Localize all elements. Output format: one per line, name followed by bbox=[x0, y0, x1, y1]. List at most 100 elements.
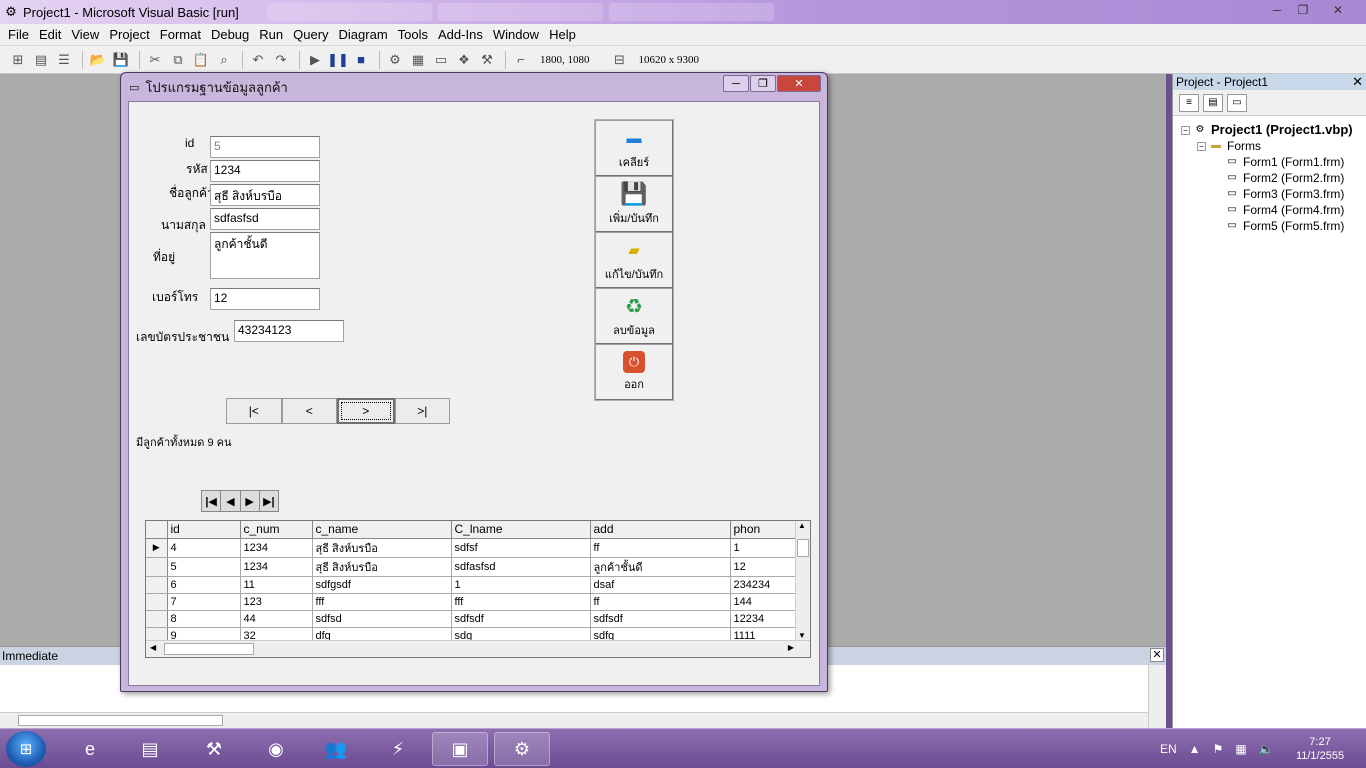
menu-addins[interactable]: Add-Ins bbox=[433, 27, 488, 42]
close-icon[interactable]: ✕ bbox=[1352, 74, 1363, 90]
code-field[interactable]: 1234 bbox=[210, 160, 320, 182]
add-form-icon[interactable]: ▤ bbox=[31, 50, 51, 70]
row-header[interactable]: ▶ bbox=[146, 538, 168, 558]
start-icon[interactable]: ▶ bbox=[305, 50, 325, 70]
menu-project[interactable]: Project bbox=[104, 27, 154, 42]
table-cell[interactable]: 12 bbox=[730, 557, 796, 577]
menu-run[interactable]: Run bbox=[254, 27, 288, 42]
ie-icon[interactable]: e bbox=[62, 732, 118, 766]
close-button[interactable]: ✕ bbox=[777, 75, 821, 92]
table-cell[interactable]: sdfsdf bbox=[451, 610, 591, 628]
horizontal-scrollbar[interactable] bbox=[0, 712, 1148, 728]
office-icon[interactable]: ▣ bbox=[432, 732, 488, 766]
column-header[interactable]: add bbox=[590, 521, 731, 539]
menu-window[interactable]: Window bbox=[488, 27, 544, 42]
network-icon[interactable]: ▦ bbox=[1235, 742, 1246, 756]
table-cell[interactable]: fff bbox=[312, 593, 452, 611]
horizontal-scrollbar[interactable]: ◀ ▶ bbox=[146, 640, 810, 657]
column-header[interactable]: id bbox=[167, 521, 241, 539]
menu-file[interactable]: File bbox=[3, 27, 34, 42]
tool-icon[interactable]: ⚒ bbox=[186, 732, 242, 766]
table-cell[interactable]: sdfasfsd bbox=[451, 557, 591, 577]
row-header[interactable] bbox=[146, 610, 168, 628]
save-icon[interactable]: 💾 bbox=[111, 50, 131, 70]
close-button[interactable]: ✕ bbox=[1316, 1, 1360, 19]
prev-record-icon[interactable]: ◀ bbox=[221, 491, 241, 511]
table-cell[interactable]: ff bbox=[590, 593, 731, 611]
table-cell[interactable]: 1 bbox=[730, 538, 796, 558]
tree-item[interactable]: ▭ Form1 (Form1.frm) bbox=[1181, 154, 1366, 170]
table-cell[interactable]: 7 bbox=[167, 593, 241, 611]
delete-button[interactable]: ♻ ลบข้อมูล bbox=[595, 288, 673, 344]
exit-button[interactable]: ⏻ ออก bbox=[595, 344, 673, 400]
first-record-button[interactable]: |< bbox=[226, 398, 282, 424]
collapse-icon[interactable]: − bbox=[1197, 141, 1206, 151]
tree-item[interactable]: ▭ Form4 (Form4.frm) bbox=[1181, 202, 1366, 218]
scroll-right-icon[interactable]: ▶ bbox=[788, 643, 794, 652]
menu-tools[interactable]: Tools bbox=[393, 27, 433, 42]
table-cell[interactable]: 234234 bbox=[730, 576, 796, 594]
maximize-button[interactable]: ❐ bbox=[750, 75, 776, 92]
row-header[interactable] bbox=[146, 593, 168, 611]
tab[interactable] bbox=[266, 3, 432, 21]
row-header[interactable] bbox=[146, 557, 168, 577]
table-cell[interactable]: sdfgsdf bbox=[312, 576, 452, 594]
scrollbar-thumb[interactable] bbox=[797, 539, 809, 557]
maximize-button[interactable]: ❐ bbox=[1290, 1, 1316, 19]
view-object-icon[interactable]: ▤ bbox=[1203, 93, 1223, 112]
open-icon[interactable]: 📂 bbox=[88, 50, 108, 70]
toggle-folders-icon[interactable]: ▭ bbox=[1227, 93, 1247, 112]
table-row[interactable]: ▶ 4 1234 สุธี สิงห์บรบือ sdfsf ff 1 bbox=[146, 538, 796, 558]
clock[interactable]: 7:27 11/1/2555 bbox=[1290, 735, 1350, 763]
phone-field[interactable]: 12 bbox=[210, 288, 320, 310]
table-cell[interactable]: 5 bbox=[167, 557, 241, 577]
table-cell[interactable]: 1 bbox=[451, 576, 591, 594]
toolbox-icon[interactable]: ⚒ bbox=[477, 50, 497, 70]
edit-save-button[interactable]: ▰ แก้ไข/บันทึก bbox=[595, 232, 673, 288]
undo-icon[interactable]: ↶ bbox=[248, 50, 268, 70]
last-record-button[interactable]: >| bbox=[394, 398, 450, 424]
scrollbar-thumb[interactable] bbox=[18, 715, 223, 726]
add-project-icon[interactable]: ⊞ bbox=[8, 50, 28, 70]
flag-icon[interactable]: ⚑ bbox=[1213, 742, 1224, 756]
tab[interactable] bbox=[437, 3, 603, 21]
lastname-field[interactable]: sdfasfsd bbox=[210, 208, 320, 230]
tree-root[interactable]: − ⚙ Project1 (Project1.vbp) bbox=[1181, 122, 1366, 138]
column-header[interactable]: c_num bbox=[240, 521, 313, 539]
table-cell[interactable]: 123 bbox=[240, 593, 313, 611]
scrollbar-thumb[interactable] bbox=[164, 643, 254, 655]
table-row[interactable]: 5 1234 สุธี สิงห์บรบือ sdfasfsd ลูกค้าชั้นดี… bbox=[146, 557, 796, 577]
scroll-down-icon[interactable]: ▼ bbox=[798, 631, 806, 640]
next-record-icon[interactable]: ▶ bbox=[241, 491, 260, 511]
table-cell[interactable]: 1234 bbox=[240, 557, 313, 577]
table-row[interactable]: 8 44 sdfsd sdfsdf sdfsdf 12234 bbox=[146, 610, 796, 628]
table-row[interactable]: 6 11 sdfgsdf 1 dsaf 234234 bbox=[146, 576, 796, 594]
minimize-button[interactable]: ─ bbox=[723, 75, 749, 92]
project-explorer-icon[interactable]: ⚙ bbox=[385, 50, 405, 70]
collapse-icon[interactable]: − bbox=[1181, 125, 1190, 135]
users-icon[interactable]: 👥 bbox=[308, 732, 364, 766]
redo-icon[interactable]: ↷ bbox=[271, 50, 291, 70]
table-cell[interactable]: 4 bbox=[167, 538, 241, 558]
column-header[interactable]: phon bbox=[730, 521, 796, 539]
vb-taskbar-icon[interactable]: ⚙ bbox=[494, 732, 550, 766]
app-icon[interactable]: ⚡ bbox=[370, 732, 426, 766]
clear-button[interactable]: ▬ เคลียร์ bbox=[595, 120, 673, 176]
id-field[interactable]: 5 bbox=[210, 136, 320, 158]
vertical-scrollbar[interactable]: ▲ ▼ bbox=[795, 521, 810, 641]
explorer-icon[interactable]: ▤ bbox=[122, 732, 178, 766]
object-browser-icon[interactable]: ❖ bbox=[454, 50, 474, 70]
last-record-icon[interactable]: ▶| bbox=[260, 491, 278, 511]
tree-item[interactable]: ▭ Form2 (Form2.frm) bbox=[1181, 170, 1366, 186]
table-cell[interactable]: sdfsd bbox=[312, 610, 452, 628]
scroll-left-icon[interactable]: ◀ bbox=[150, 643, 156, 652]
menu-debug[interactable]: Debug bbox=[206, 27, 254, 42]
table-cell[interactable]: 8 bbox=[167, 610, 241, 628]
prev-record-button[interactable]: < bbox=[281, 398, 337, 424]
add-save-button[interactable]: 💾 เพิ่ม/บันทึก bbox=[595, 176, 673, 232]
table-cell[interactable]: dsaf bbox=[590, 576, 731, 594]
tree-item[interactable]: ▭ Form5 (Form5.frm) bbox=[1181, 218, 1366, 234]
name-field[interactable]: สุธี สิงห์บรบือ bbox=[210, 184, 320, 206]
table-cell[interactable]: 6 bbox=[167, 576, 241, 594]
table-cell[interactable]: สุธี สิงห์บรบือ bbox=[312, 557, 452, 577]
